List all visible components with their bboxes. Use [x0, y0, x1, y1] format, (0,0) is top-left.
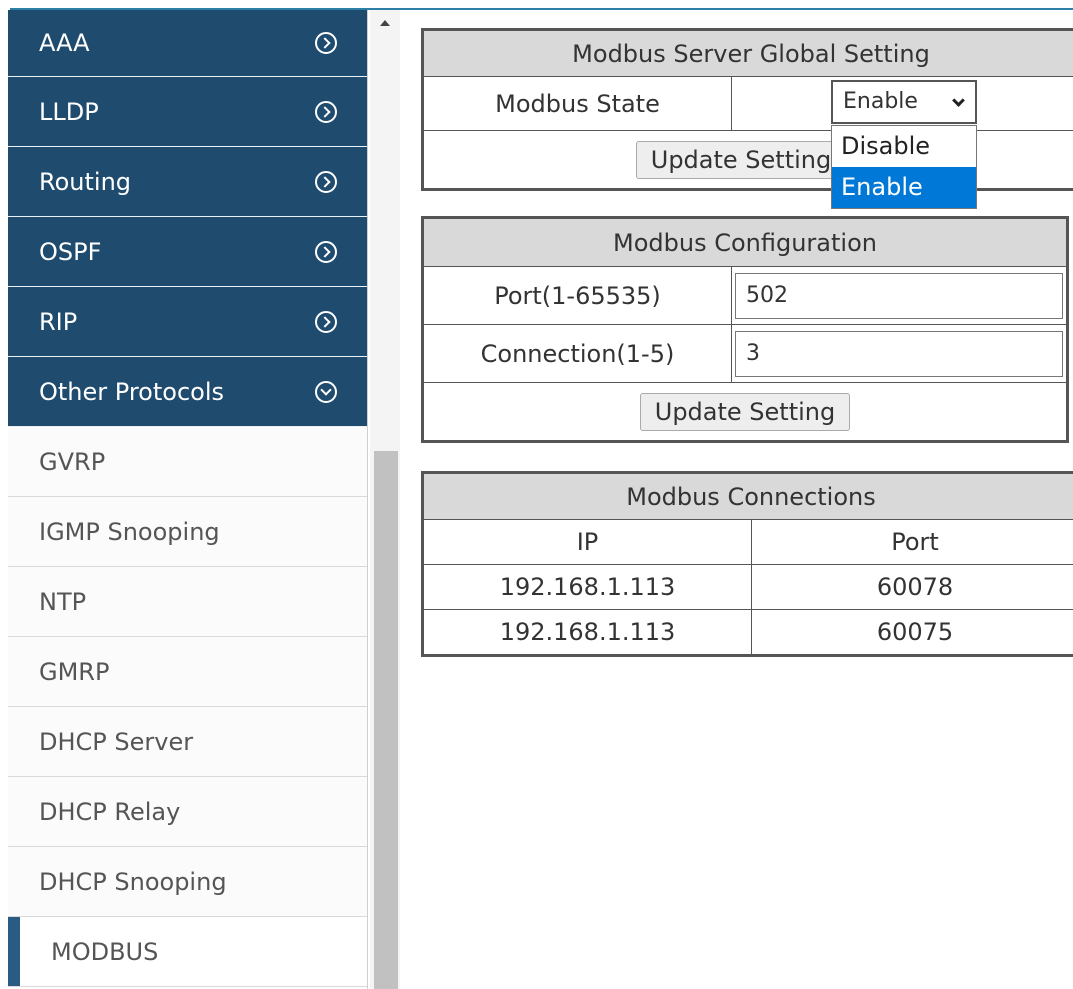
- chevron-down-icon: [952, 94, 965, 107]
- sidebar-item-label: RIP: [39, 307, 78, 336]
- sidebar-item-other-protocols[interactable]: Other Protocols: [8, 357, 367, 427]
- port-cell: 502: [731, 266, 1067, 325]
- sidebar-item-label: GVRP: [39, 447, 106, 476]
- config-button-cell: Update Setting: [423, 382, 1067, 441]
- sidebar-item-label: DHCP Relay: [39, 797, 181, 826]
- port-label: Port(1-65535): [423, 266, 732, 325]
- table-row: 192.168.1.113 60075: [423, 609, 1073, 655]
- sidebar-item-label: NTP: [39, 587, 87, 616]
- sidebar-item-modbus[interactable]: MODBUS: [8, 917, 367, 987]
- dropdown-option-disable[interactable]: Disable: [832, 126, 976, 167]
- connection-ip: 192.168.1.113: [423, 564, 752, 610]
- sidebar-item-ntp[interactable]: NTP: [8, 567, 367, 637]
- dropdown-option-enable[interactable]: Enable: [832, 167, 976, 208]
- connection-port: 60075: [751, 609, 1073, 655]
- connections-header-ip: IP: [423, 519, 752, 565]
- sidebar-item-lldp[interactable]: LLDP: [8, 77, 367, 147]
- chevron-right-icon: [315, 310, 337, 333]
- sidebar-item-label: Routing: [39, 167, 132, 196]
- chevron-down-icon: [315, 380, 337, 403]
- sidebar-item-dhcp-snooping[interactable]: DHCP Snooping: [8, 847, 367, 917]
- chevron-right-icon: [315, 32, 337, 54]
- scrollbar-thumb[interactable]: [374, 451, 398, 989]
- sidebar-item-label: AAA: [39, 29, 90, 57]
- sidebar-item-aaa[interactable]: AAA: [8, 10, 367, 77]
- modbus-state-select[interactable]: Enable: [831, 80, 977, 124]
- sidebar-item-label: OSPF: [39, 237, 102, 266]
- modbus-state-dropdown: Disable Enable: [831, 125, 977, 209]
- sidebar-item-dhcp-relay[interactable]: DHCP Relay: [8, 777, 367, 847]
- sidebar-item-label: DHCP Server: [39, 727, 194, 756]
- connection-input[interactable]: 3: [735, 330, 1063, 377]
- connections-panel: Modbus Connections IP Port 192.168.1.113…: [421, 471, 1073, 657]
- sidebar-item-label: IGMP Snooping: [39, 517, 220, 546]
- sidebar-item-rip[interactable]: RIP: [8, 287, 367, 357]
- chevron-right-icon: [315, 240, 337, 263]
- port-input[interactable]: 502: [735, 272, 1063, 319]
- connection-ip: 192.168.1.113: [423, 609, 752, 655]
- sidebar-item-gmrp[interactable]: GMRP: [8, 637, 367, 707]
- sidebar-item-label: GMRP: [39, 657, 110, 686]
- global-update-setting-button[interactable]: Update Setting: [635, 140, 847, 179]
- connection-port: 60078: [751, 564, 1073, 610]
- modbus-state-selected-value: Enable: [843, 89, 918, 114]
- connection-label: Connection(1-5): [423, 324, 732, 383]
- sidebar-item-routing[interactable]: Routing: [8, 147, 367, 217]
- sidebar-item-label: Other Protocols: [39, 377, 224, 406]
- sidebar-scrollbar[interactable]: [370, 10, 400, 989]
- table-row: 192.168.1.113 60078: [423, 564, 1073, 610]
- config-update-setting-button[interactable]: Update Setting: [639, 392, 851, 431]
- sidebar-item-gvrp[interactable]: GVRP: [8, 427, 367, 497]
- scroll-up-arrow-icon[interactable]: [380, 20, 390, 26]
- chevron-right-icon: [315, 170, 337, 193]
- connections-title: Modbus Connections: [423, 473, 1073, 520]
- global-setting-title: Modbus Server Global Setting: [423, 30, 1073, 77]
- modbus-state-label: Modbus State: [423, 76, 732, 131]
- sidebar: AAA LLDP Routing OSPF RIP Other Protocol…: [8, 10, 368, 989]
- chevron-right-icon: [315, 100, 337, 123]
- connection-cell: 3: [731, 324, 1067, 383]
- sidebar-item-dhcp-server[interactable]: DHCP Server: [8, 707, 367, 777]
- sidebar-item-igmp-snooping[interactable]: IGMP Snooping: [8, 497, 367, 567]
- sidebar-item-ospf[interactable]: OSPF: [8, 217, 367, 287]
- sidebar-item-label: LLDP: [39, 97, 99, 126]
- connections-header-port: Port: [751, 519, 1073, 565]
- configuration-title: Modbus Configuration: [423, 218, 1067, 267]
- sidebar-item-label: MODBUS: [51, 937, 159, 966]
- configuration-panel: Modbus Configuration Port(1-65535) 502 C…: [421, 216, 1069, 443]
- top-bar: [0, 0, 1073, 10]
- sidebar-item-label: DHCP Snooping: [39, 867, 227, 896]
